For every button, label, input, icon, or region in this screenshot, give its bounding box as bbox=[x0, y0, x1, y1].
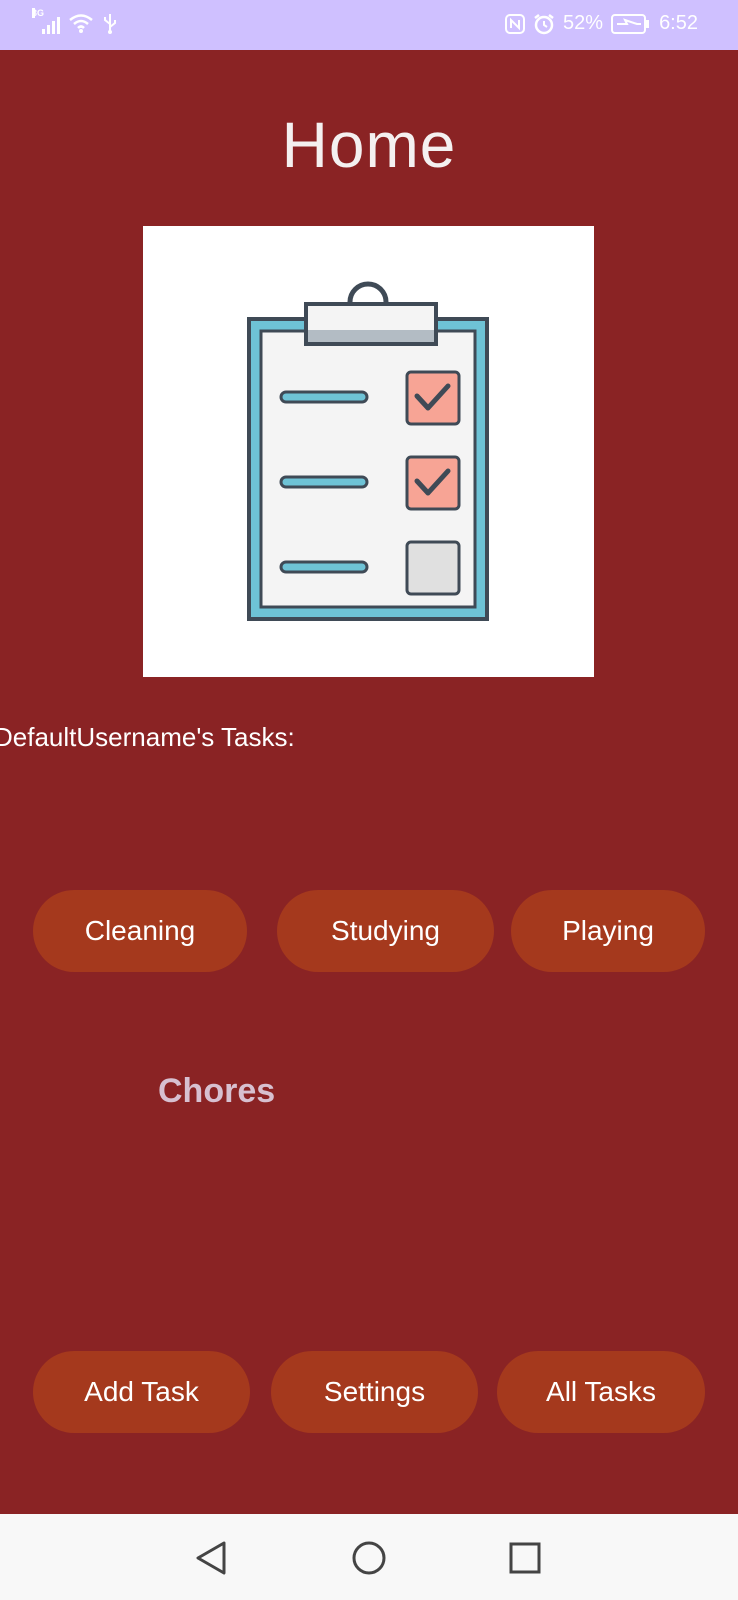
clock: 6:52 bbox=[659, 12, 698, 34]
nfc-icon bbox=[505, 13, 526, 34]
tasks-heading: DefaultUsername's Tasks: bbox=[0, 722, 295, 752]
status-left: 3G bbox=[32, 8, 118, 34]
wifi-icon bbox=[69, 14, 93, 33]
signal-icon: 3G bbox=[32, 8, 60, 34]
category-button-cleaning[interactable]: Cleaning bbox=[33, 890, 247, 972]
category-button-studying[interactable]: Studying bbox=[277, 890, 494, 972]
home-icon bbox=[352, 1541, 386, 1575]
settings-button[interactable]: Settings bbox=[271, 1351, 478, 1433]
battery-charging-icon bbox=[611, 13, 650, 34]
usb-icon bbox=[104, 14, 116, 34]
clipboard-illustration bbox=[143, 226, 594, 677]
category-button-playing[interactable]: Playing bbox=[511, 890, 705, 972]
status-bar: 3G 52% 6:52 bbox=[0, 0, 738, 50]
section-label: Chores bbox=[158, 1072, 276, 1110]
add-task-button[interactable]: Add Task bbox=[33, 1351, 250, 1433]
page-title: Home bbox=[281, 109, 457, 181]
back-icon bbox=[196, 1541, 226, 1575]
all-tasks-button[interactable]: All Tasks bbox=[497, 1351, 705, 1433]
battery-percent: 52% bbox=[563, 12, 604, 34]
recents-icon bbox=[509, 1542, 541, 1574]
network-type-label: 3G bbox=[32, 8, 45, 18]
back-button[interactable] bbox=[189, 1536, 233, 1580]
alarm-icon bbox=[534, 13, 554, 34]
status-right: 52% 6:52 bbox=[505, 12, 698, 35]
clipboard-icon bbox=[247, 281, 489, 621]
home-button[interactable] bbox=[347, 1536, 391, 1580]
recents-button[interactable] bbox=[503, 1536, 547, 1580]
navigation-bar bbox=[0, 1514, 738, 1600]
